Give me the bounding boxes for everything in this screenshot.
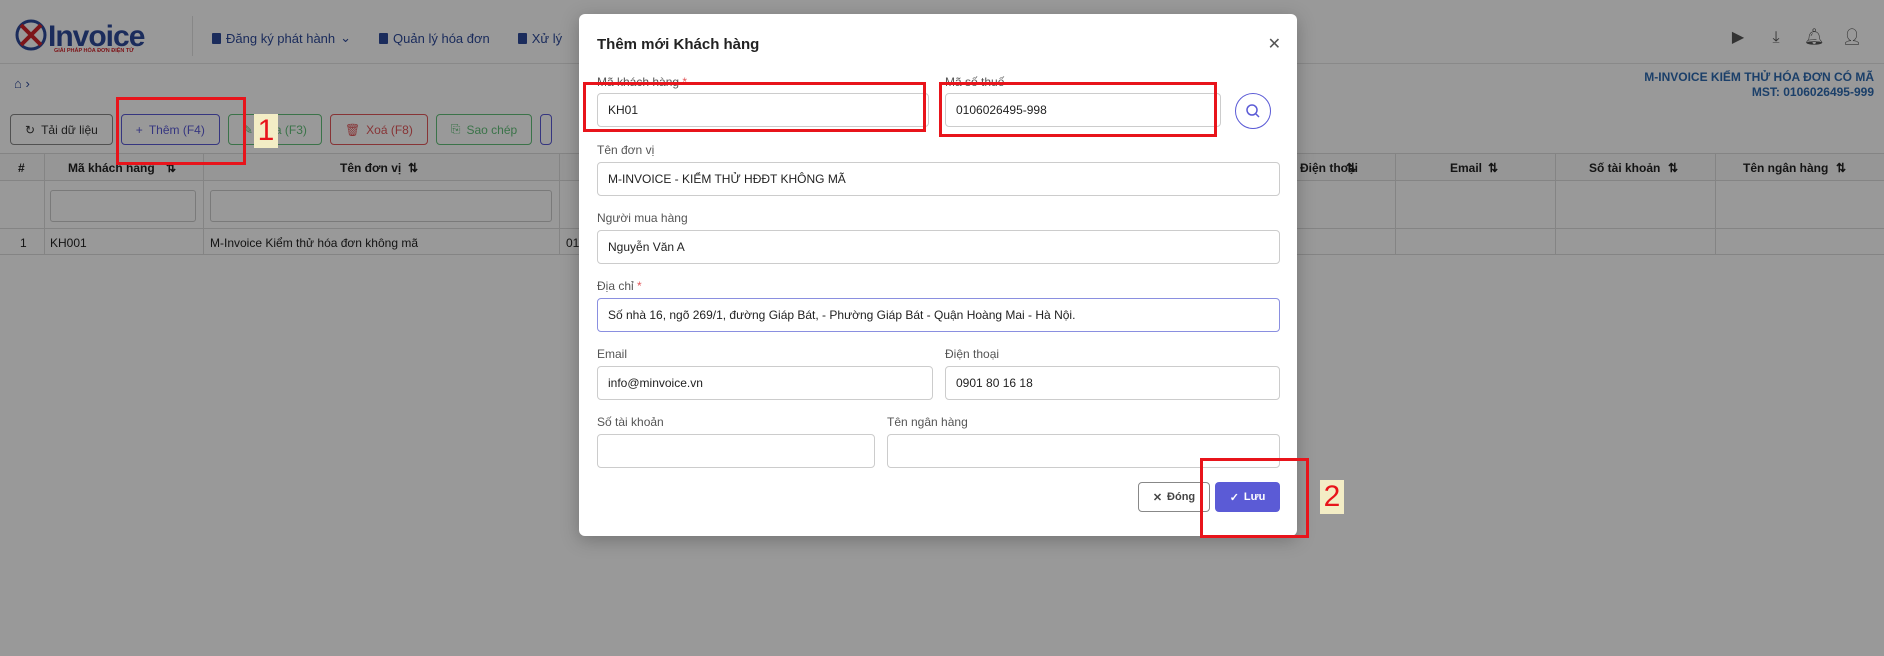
buyer-name-field[interactable]: Nguyễn Văn A [597, 230, 1280, 264]
unit-label: Tên đơn vị [597, 143, 655, 157]
step-number-2: 2 [1320, 480, 1344, 514]
unit-name-field[interactable]: M-INVOICE - KIỂM THỬ HĐĐT KHÔNG MÃ [597, 162, 1280, 196]
dialog-title: Thêm mới Khách hàng [597, 36, 760, 53]
highlight-tax-code [939, 82, 1217, 137]
email-label: Email [597, 347, 628, 361]
highlight-save-button [1200, 458, 1309, 538]
account-label: Số tài khoản [597, 415, 664, 429]
close-icon[interactable]: ✕ [1268, 34, 1281, 54]
address-label-text: Địa chỉ [597, 279, 634, 293]
required-marker: * [637, 279, 642, 293]
buyer-label: Người mua hàng [597, 211, 688, 225]
close-icon: ✕ [1152, 491, 1163, 504]
email-field[interactable]: info@minvoice.vn [597, 366, 933, 400]
address-label: Địa chỉ * [597, 279, 642, 293]
search-icon [1246, 104, 1260, 118]
tax-lookup-button[interactable] [1235, 93, 1271, 129]
bank-label: Tên ngân hàng [887, 415, 968, 429]
step-number-1: 1 [254, 114, 278, 148]
highlight-add-button [116, 97, 246, 165]
phone-field[interactable]: 0901 80 16 18 [945, 366, 1280, 400]
address-field[interactable]: Số nhà 16, ngõ 269/1, đường Giáp Bát, - … [597, 298, 1280, 332]
close-button-label: Đóng [1167, 491, 1196, 503]
account-number-field[interactable] [597, 434, 875, 468]
phone-label: Điện thoại [945, 347, 1000, 361]
highlight-customer-code [583, 82, 926, 132]
